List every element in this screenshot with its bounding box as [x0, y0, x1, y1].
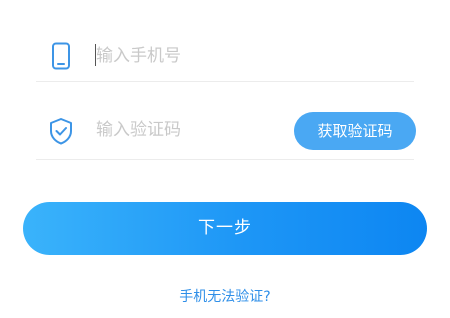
phone-icon: [48, 42, 74, 70]
phone-field-row: [36, 33, 414, 82]
cannot-verify-link[interactable]: 手机无法验证?: [0, 286, 450, 306]
verification-code-input[interactable]: [96, 117, 286, 143]
get-code-button[interactable]: 获取验证码: [294, 112, 416, 150]
next-step-button[interactable]: 下一步: [23, 202, 427, 255]
verification-page: 获取验证码 下一步 手机无法验证?: [0, 0, 450, 318]
phone-number-input[interactable]: [96, 43, 396, 69]
code-field-row: 获取验证码: [36, 105, 416, 160]
shield-check-icon: [48, 117, 74, 145]
